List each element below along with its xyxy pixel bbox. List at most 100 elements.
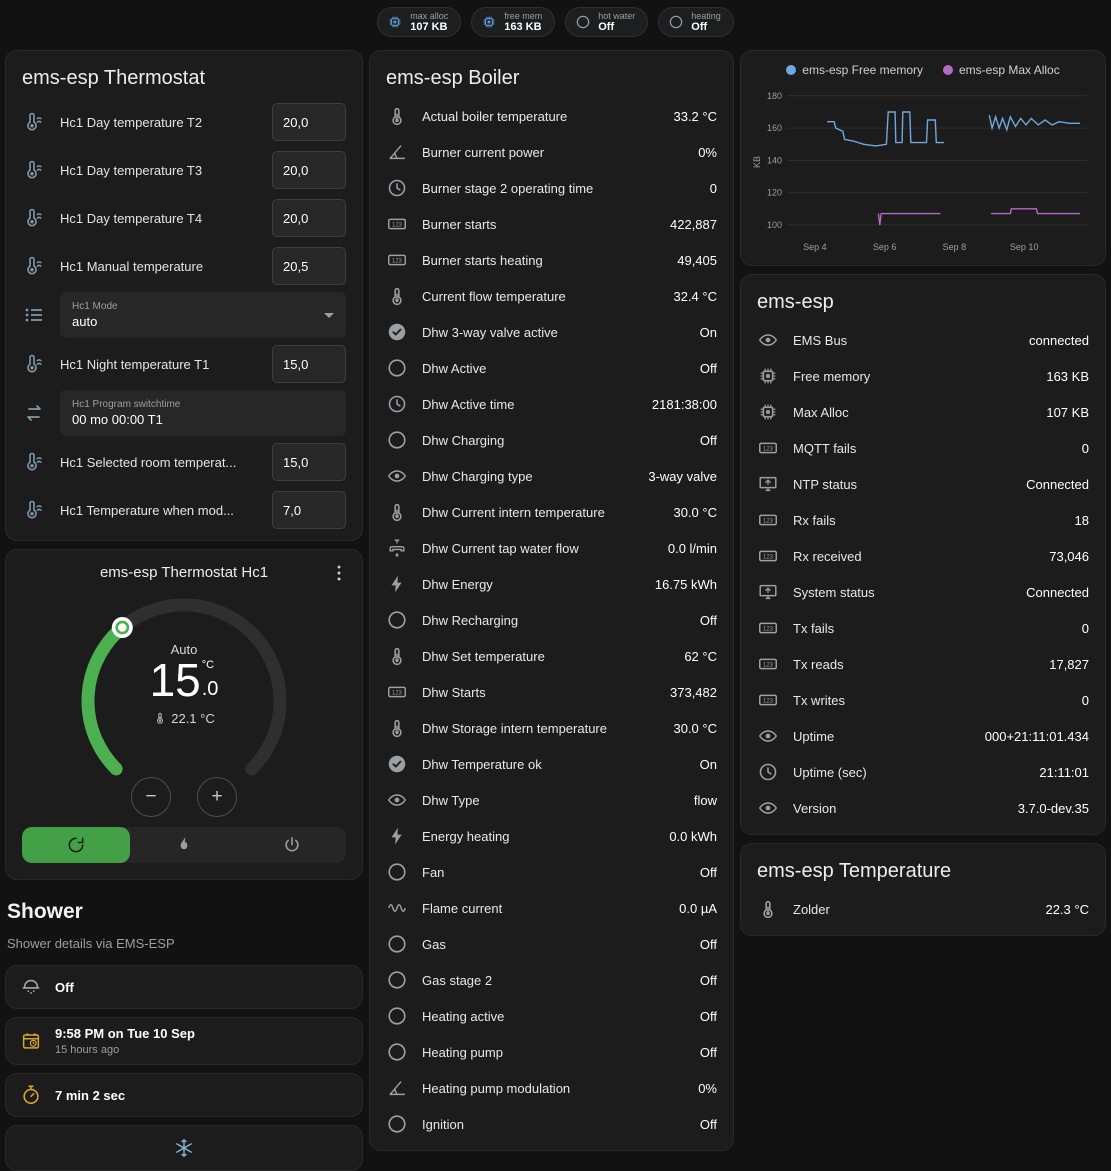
monitor-icon bbox=[757, 581, 779, 603]
number-input[interactable]: 20,5 bbox=[272, 247, 346, 285]
entity-row[interactable]: 123 Tx writes 0 bbox=[741, 682, 1105, 718]
shower-duration-tile[interactable]: 7 min 2 sec bbox=[5, 1073, 363, 1117]
chip-value: 107 KB bbox=[410, 21, 448, 34]
entity-row[interactable]: Dhw Active Off bbox=[370, 350, 733, 386]
legend-item[interactable]: ems-esp Free memory bbox=[786, 63, 923, 77]
entity-row[interactable]: 123 Rx fails 18 bbox=[741, 502, 1105, 538]
entity-row[interactable]: 123 Tx fails 0 bbox=[741, 610, 1105, 646]
entity-row[interactable]: Zolder 22.3 °C bbox=[741, 891, 1105, 927]
status-chip[interactable]: max alloc 107 KB bbox=[377, 7, 461, 37]
entity-value: 3.7.0-dev.35 bbox=[1018, 801, 1089, 816]
entity-row[interactable]: System status Connected bbox=[741, 574, 1105, 610]
entity-row[interactable]: 123 MQTT fails 0 bbox=[741, 430, 1105, 466]
entity-name: Current flow temperature bbox=[422, 289, 665, 304]
status-chip[interactable]: heating Off bbox=[658, 7, 734, 37]
entity-row[interactable]: 123 Rx received 73,046 bbox=[741, 538, 1105, 574]
entity-row[interactable]: Fan Off bbox=[370, 854, 733, 890]
entity-row[interactable]: Dhw Set temperature 62 °C bbox=[370, 638, 733, 674]
thermo-water-icon bbox=[22, 206, 46, 230]
control-row: Hc1 Selected room temperat... 15,0 bbox=[6, 438, 362, 486]
thermo-water-icon bbox=[22, 498, 46, 522]
angle-icon bbox=[386, 141, 408, 163]
entity-row[interactable]: Dhw Temperature ok On bbox=[370, 746, 733, 782]
entity-row[interactable]: Dhw Type flow bbox=[370, 782, 733, 818]
entity-row[interactable]: Uptime 000+21:11:01.434 bbox=[741, 718, 1105, 754]
entity-row[interactable]: Dhw Recharging Off bbox=[370, 602, 733, 638]
entity-row[interactable]: Gas stage 2 Off bbox=[370, 962, 733, 998]
entity-row[interactable]: Burner current power 0% bbox=[370, 134, 733, 170]
counter-icon: 123 bbox=[757, 653, 779, 675]
entity-row[interactable]: NTP status Connected bbox=[741, 466, 1105, 502]
entity-row[interactable]: Version 3.7.0-dev.35 bbox=[741, 790, 1105, 826]
mode-heat-button[interactable] bbox=[130, 827, 238, 863]
entity-row[interactable]: Heating pump modulation 0% bbox=[370, 1070, 733, 1106]
entity-row[interactable]: Actual boiler temperature 33.2 °C bbox=[370, 98, 733, 134]
entity-row[interactable]: Free memory 163 KB bbox=[741, 358, 1105, 394]
entity-row[interactable]: Dhw 3-way valve active On bbox=[370, 314, 733, 350]
entity-row[interactable]: 123 Burner starts 422,887 bbox=[370, 206, 733, 242]
entity-name: Dhw Type bbox=[422, 793, 686, 808]
entity-row[interactable]: 123 Tx reads 17,827 bbox=[741, 646, 1105, 682]
entity-name: NTP status bbox=[793, 477, 1018, 492]
entity-row[interactable]: Heating pump Off bbox=[370, 1034, 733, 1070]
entity-row[interactable]: Max Alloc 107 KB bbox=[741, 394, 1105, 430]
entity-row[interactable]: 123 Dhw Starts 373,482 bbox=[370, 674, 733, 710]
card-title: ems-esp Boiler bbox=[370, 51, 733, 98]
number-input[interactable]: 15,0 bbox=[272, 345, 346, 383]
number-input[interactable]: 20,0 bbox=[272, 151, 346, 189]
entity-row[interactable]: 123 Burner starts heating 49,405 bbox=[370, 242, 733, 278]
entity-row[interactable]: Flame current 0.0 µA bbox=[370, 890, 733, 926]
number-input[interactable]: 7,0 bbox=[272, 491, 346, 529]
entity-row[interactable]: Gas Off bbox=[370, 926, 733, 962]
program-switchtime-input[interactable]: Hc1 Program switchtime 00 mo 00:00 T1 bbox=[60, 390, 346, 436]
chip-icon bbox=[757, 365, 779, 387]
thermo-water-icon bbox=[22, 450, 46, 474]
entity-value: Off bbox=[700, 937, 717, 952]
mode-select[interactable]: Hc1 Mode auto bbox=[60, 292, 346, 338]
target-temp-whole: 15 bbox=[150, 659, 201, 703]
entity-row[interactable]: Heating active Off bbox=[370, 998, 733, 1034]
number-input[interactable]: 15,0 bbox=[272, 443, 346, 481]
legend-label: ems-esp Free memory bbox=[802, 63, 923, 77]
entity-row[interactable]: Dhw Energy 16.75 kWh bbox=[370, 566, 733, 602]
entity-value: 17,827 bbox=[1049, 657, 1089, 672]
entity-row[interactable]: Energy heating 0.0 kWh bbox=[370, 818, 733, 854]
entity-row[interactable]: Burner stage 2 operating time 0 bbox=[370, 170, 733, 206]
mode-off-button[interactable] bbox=[238, 827, 346, 863]
entity-row[interactable]: EMS Bus connected bbox=[741, 322, 1105, 358]
card-title: ems-esp Temperature bbox=[741, 844, 1105, 891]
field-value: 00 mo 00:00 T1 bbox=[72, 412, 334, 427]
thermostat-dial[interactable]: Auto 15 °C .0 22.1 °C − + bbox=[68, 585, 300, 817]
shower-state-tile[interactable]: Off bbox=[5, 965, 363, 1009]
control-row: Hc1 Manual temperature 20,5 bbox=[6, 242, 362, 290]
entity-row[interactable]: Dhw Current intern temperature 30.0 °C bbox=[370, 494, 733, 530]
status-chip[interactable]: hot water Off bbox=[565, 7, 648, 37]
number-input[interactable]: 20,0 bbox=[272, 103, 346, 141]
entity-row[interactable]: Dhw Charging type 3-way valve bbox=[370, 458, 733, 494]
counter-icon: 123 bbox=[757, 689, 779, 711]
entity-row[interactable]: Ignition Off bbox=[370, 1106, 733, 1142]
control-row: Hc1 Mode auto bbox=[6, 290, 362, 340]
entity-row[interactable]: Current flow temperature 32.4 °C bbox=[370, 278, 733, 314]
mode-auto-button[interactable] bbox=[22, 827, 130, 863]
entity-value: 2181:38:00 bbox=[652, 397, 717, 412]
entity-row[interactable]: Dhw Charging Off bbox=[370, 422, 733, 458]
entity-row[interactable]: Dhw Current tap water flow 0.0 l/min bbox=[370, 530, 733, 566]
number-input[interactable]: 20,0 bbox=[272, 199, 346, 237]
chip-label: free mem bbox=[504, 11, 542, 21]
preheating-tile[interactable] bbox=[5, 1125, 363, 1171]
increase-temp-button[interactable]: + bbox=[197, 777, 237, 817]
shower-timestamp-tile[interactable]: 9:58 PM on Tue 10 Sep 15 hours ago bbox=[5, 1017, 363, 1065]
entity-value: flow bbox=[694, 793, 717, 808]
dots-icon[interactable] bbox=[328, 562, 350, 584]
status-chip[interactable]: free mem 163 KB bbox=[471, 7, 555, 37]
entity-name: MQTT fails bbox=[793, 441, 1074, 456]
entity-name: Dhw Current intern temperature bbox=[422, 505, 665, 520]
thermostat-controls-card: ems-esp Thermostat Hc1 Day temperature T… bbox=[5, 50, 363, 541]
decrease-temp-button[interactable]: − bbox=[131, 777, 171, 817]
entity-row[interactable]: Uptime (sec) 21:11:01 bbox=[741, 754, 1105, 790]
entity-row[interactable]: Dhw Active time 2181:38:00 bbox=[370, 386, 733, 422]
legend-item[interactable]: ems-esp Max Alloc bbox=[943, 63, 1060, 77]
entity-name: Uptime bbox=[793, 729, 977, 744]
entity-row[interactable]: Dhw Storage intern temperature 30.0 °C bbox=[370, 710, 733, 746]
